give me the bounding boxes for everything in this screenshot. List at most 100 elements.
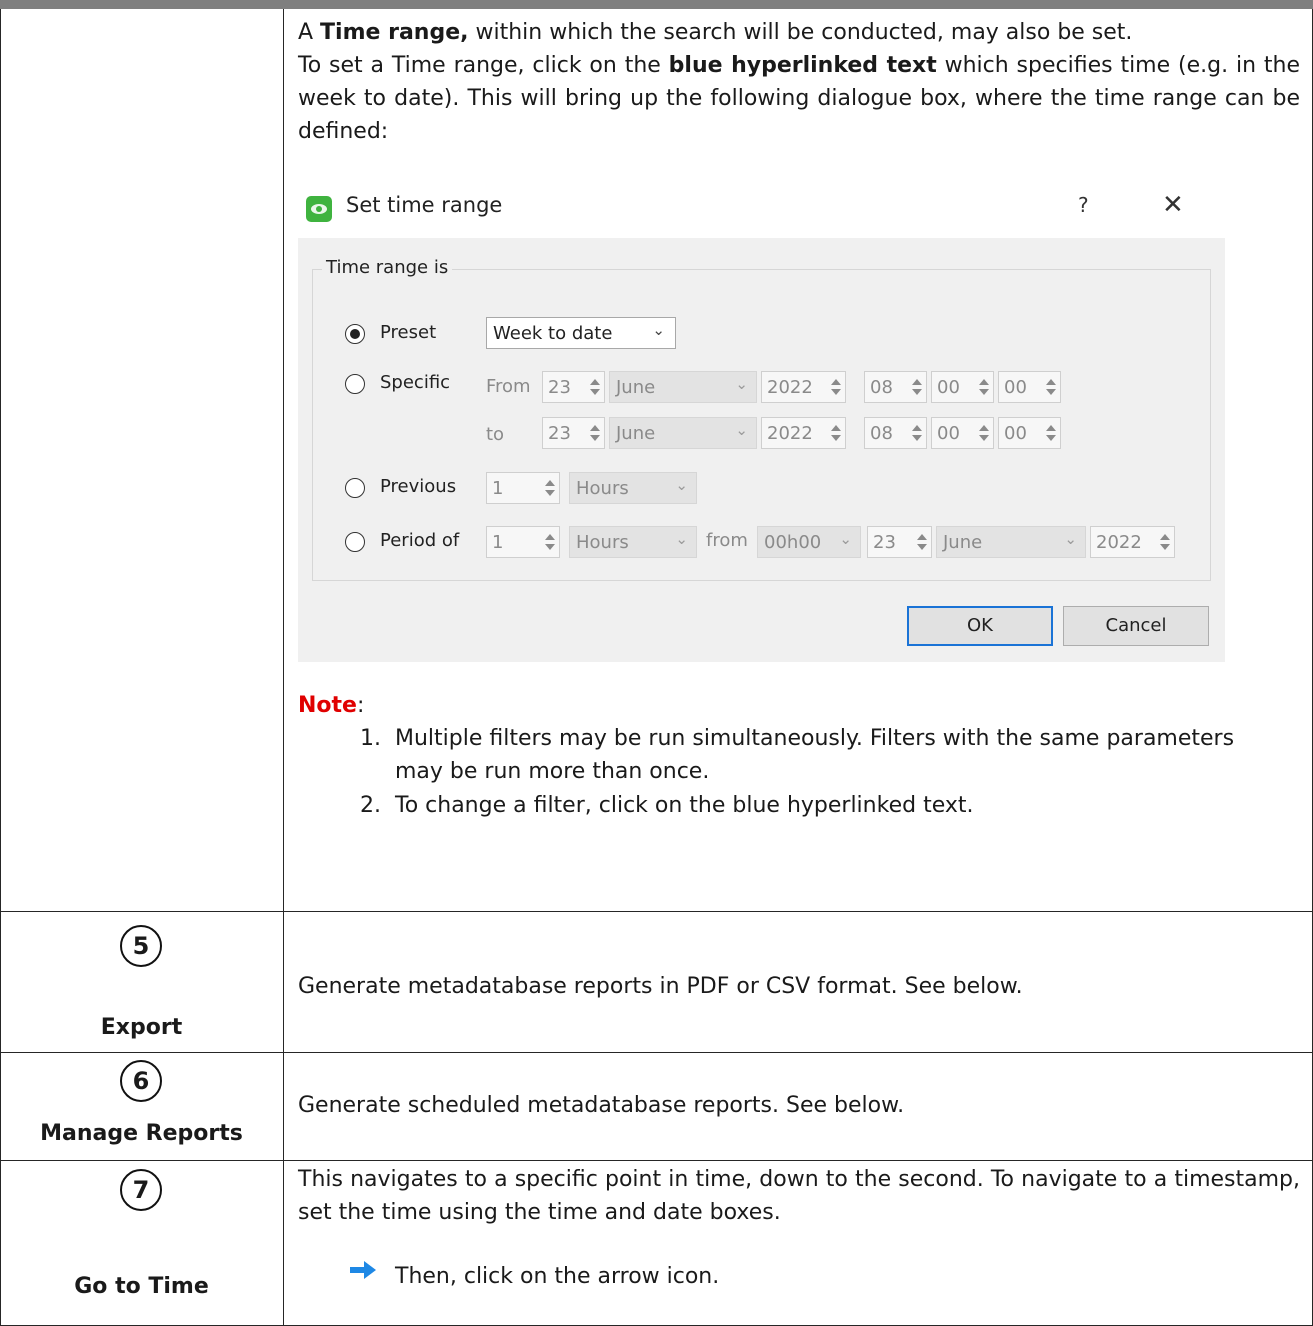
spin-arrows-icon[interactable]: [1159, 530, 1171, 554]
spin-arrows-icon[interactable]: [978, 421, 990, 445]
value: Hours: [576, 478, 629, 499]
period-year-spinbox[interactable]: 2022: [1090, 526, 1175, 558]
spin-arrows-icon[interactable]: [1045, 375, 1057, 399]
chevron-down-icon: ⌄: [839, 530, 852, 548]
to-day-spinbox[interactable]: 23: [542, 417, 605, 449]
from-hour-spinbox[interactable]: 08: [864, 371, 927, 403]
value: 00: [1004, 423, 1027, 444]
row-description: Generate metadatabase reports in PDF or …: [298, 974, 1023, 999]
preset-radio[interactable]: [345, 324, 365, 344]
text: within which the search will be conducte…: [468, 20, 1133, 45]
spin-arrows-icon[interactable]: [916, 530, 928, 554]
spin-arrows-icon[interactable]: [1045, 421, 1057, 445]
period-label: Period of: [380, 530, 460, 551]
intro-line-1: A Time range, within which the search wi…: [298, 16, 1300, 49]
value: June: [943, 532, 983, 553]
page-top-rule: [0, 0, 1313, 9]
dialog-body: Time range is Preset Week to date ⌄ Spec…: [298, 238, 1225, 662]
spin-arrows-icon[interactable]: [911, 375, 923, 399]
from-minute-spinbox[interactable]: 00: [931, 371, 994, 403]
dialog-title-bar: Set time range ? ✕: [306, 190, 1206, 226]
chevron-down-icon: ⌄: [1064, 530, 1077, 548]
row-title: Manage Reports: [40, 1121, 243, 1146]
chevron-down-icon: ⌄: [652, 321, 665, 339]
to-month-select[interactable]: June ⌄: [609, 417, 757, 449]
list-item-number: 1.: [360, 726, 381, 751]
list-item-text: Multiple filters may be run simultaneous…: [395, 726, 1235, 751]
chevron-down-icon: ⌄: [675, 530, 688, 548]
value: 1: [492, 532, 504, 553]
intro-paragraph: To set a Time range, click on the blue h…: [298, 49, 1300, 148]
value: 23: [548, 423, 571, 444]
value: 2022: [1096, 532, 1142, 553]
spin-arrows-icon[interactable]: [589, 375, 601, 399]
cancel-button[interactable]: Cancel: [1063, 606, 1209, 646]
help-button[interactable]: ?: [1078, 193, 1089, 217]
dialog-title: Set time range: [346, 193, 503, 217]
from-day-spinbox[interactable]: 23: [542, 371, 605, 403]
row-description: Generate scheduled metadatabase reports.…: [298, 1093, 905, 1118]
period-day-spinbox[interactable]: 23: [867, 526, 932, 558]
period-month-select[interactable]: June ⌄: [936, 526, 1086, 558]
spin-arrows-icon[interactable]: [911, 421, 923, 445]
period-time-select[interactable]: 00h00 ⌄: [757, 526, 861, 558]
chevron-down-icon: ⌄: [735, 375, 748, 393]
spin-arrows-icon[interactable]: [544, 530, 556, 554]
row-divider: [0, 911, 1313, 912]
note-label: Note: [298, 693, 357, 718]
value: Hours: [576, 532, 629, 553]
step-number-badge: 6: [120, 1060, 162, 1102]
table-column-divider: [283, 9, 284, 1326]
text: A: [298, 20, 321, 45]
from-second-spinbox[interactable]: 00: [998, 371, 1061, 403]
value: June: [616, 377, 656, 398]
step-number-badge: 7: [120, 1169, 162, 1211]
list-item-text: To change a filter, click on the blue hy…: [395, 793, 974, 818]
arrow-right-icon: [350, 1261, 376, 1279]
preset-value: Week to date: [493, 323, 613, 344]
to-year-spinbox[interactable]: 2022: [761, 417, 846, 449]
spin-arrows-icon[interactable]: [544, 476, 556, 500]
previous-radio[interactable]: [345, 478, 365, 498]
value: 23: [548, 377, 571, 398]
value: June: [616, 423, 656, 444]
preset-label: Preset: [380, 322, 437, 343]
period-unit-select[interactable]: Hours ⌄: [569, 526, 697, 558]
row-title: Go to Time: [74, 1274, 209, 1299]
close-icon[interactable]: ✕: [1162, 190, 1184, 220]
bold-term: blue hyperlinked text: [668, 53, 937, 78]
to-hour-spinbox[interactable]: 08: [864, 417, 927, 449]
from-year-spinbox[interactable]: 2022: [761, 371, 846, 403]
period-radio[interactable]: [345, 532, 365, 552]
previous-count-spinbox[interactable]: 1: [486, 472, 560, 504]
from-month-select[interactable]: June ⌄: [609, 371, 757, 403]
step-number-badge: 5: [120, 925, 162, 967]
app-eye-icon: [306, 196, 332, 222]
row-step-text: Then, click on the arrow icon.: [395, 1264, 720, 1289]
text: To set a Time range, click on the: [298, 53, 669, 78]
to-minute-spinbox[interactable]: 00: [931, 417, 994, 449]
spin-arrows-icon[interactable]: [589, 421, 601, 445]
value: 2022: [767, 377, 813, 398]
value: 08: [870, 423, 893, 444]
spin-arrows-icon[interactable]: [830, 421, 842, 445]
from-label: From: [486, 376, 531, 397]
spin-arrows-icon[interactable]: [978, 375, 990, 399]
preset-select[interactable]: Week to date ⌄: [486, 317, 676, 349]
note-heading: Note:: [298, 689, 364, 722]
value: 00: [1004, 377, 1027, 398]
previous-unit-select[interactable]: Hours ⌄: [569, 472, 697, 504]
previous-label: Previous: [380, 476, 457, 497]
note-colon: :: [356, 693, 365, 718]
period-count-spinbox[interactable]: 1: [486, 526, 560, 558]
to-label: to: [486, 424, 505, 445]
to-second-spinbox[interactable]: 00: [998, 417, 1061, 449]
spin-arrows-icon[interactable]: [830, 375, 842, 399]
specific-radio[interactable]: [345, 374, 365, 394]
list-item-text: may be run more than once.: [395, 759, 710, 784]
row-divider: [0, 1160, 1313, 1161]
period-from-label: from: [706, 530, 748, 551]
ok-button[interactable]: OK: [907, 606, 1053, 646]
row-title: Export: [100, 1015, 183, 1040]
chevron-down-icon: ⌄: [675, 476, 688, 494]
